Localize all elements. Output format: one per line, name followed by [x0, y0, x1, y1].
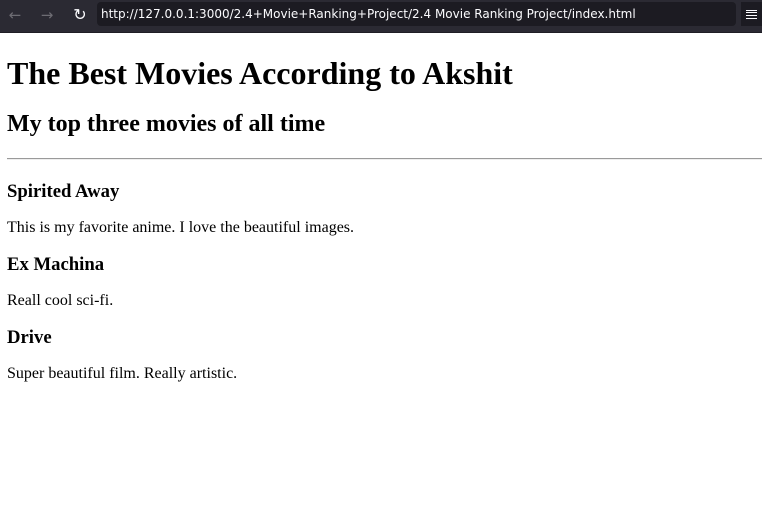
movie-description: Reall cool sci-fi.: [7, 292, 114, 309]
browser-toolbar: ← → ↻ http://127.0.0.1:3000/2.4+Movie+Ra…: [0, 0, 762, 33]
arrow-right-icon: →: [40, 5, 54, 24]
movie-description: This is my favorite anime. I love the be…: [7, 219, 355, 236]
hamburger-menu-icon: [746, 9, 757, 19]
movie-title: Spirited Away: [7, 181, 120, 202]
movie-title: Drive: [7, 327, 52, 348]
page-subtitle: My top three movies of all time: [7, 111, 326, 137]
movie-item: Ex Machina Reall cool sci-fi.: [7, 254, 762, 310]
divider: [7, 158, 762, 160]
address-bar-url: http://127.0.0.1:3000/2.4+Movie+Ranking+…: [101, 7, 636, 21]
movie-description: Super beautiful film. Really artistic.: [7, 365, 238, 382]
back-button[interactable]: ←: [4, 4, 26, 26]
forward-button[interactable]: →: [36, 4, 58, 26]
movie-item: Spirited Away This is my favorite anime.…: [7, 181, 762, 237]
reload-icon: ↻: [73, 5, 87, 24]
address-bar[interactable]: http://127.0.0.1:3000/2.4+Movie+Ranking+…: [97, 2, 736, 26]
menu-button[interactable]: [741, 2, 762, 26]
page-content: The Best Movies According to Akshit My t…: [0, 33, 762, 528]
movie-title: Ex Machina: [7, 254, 105, 275]
arrow-left-icon: ←: [8, 5, 22, 24]
reload-button[interactable]: ↻: [69, 4, 91, 26]
page-title: The Best Movies According to Akshit: [7, 55, 513, 91]
movie-item: Drive Super beautiful film. Really artis…: [7, 327, 762, 383]
